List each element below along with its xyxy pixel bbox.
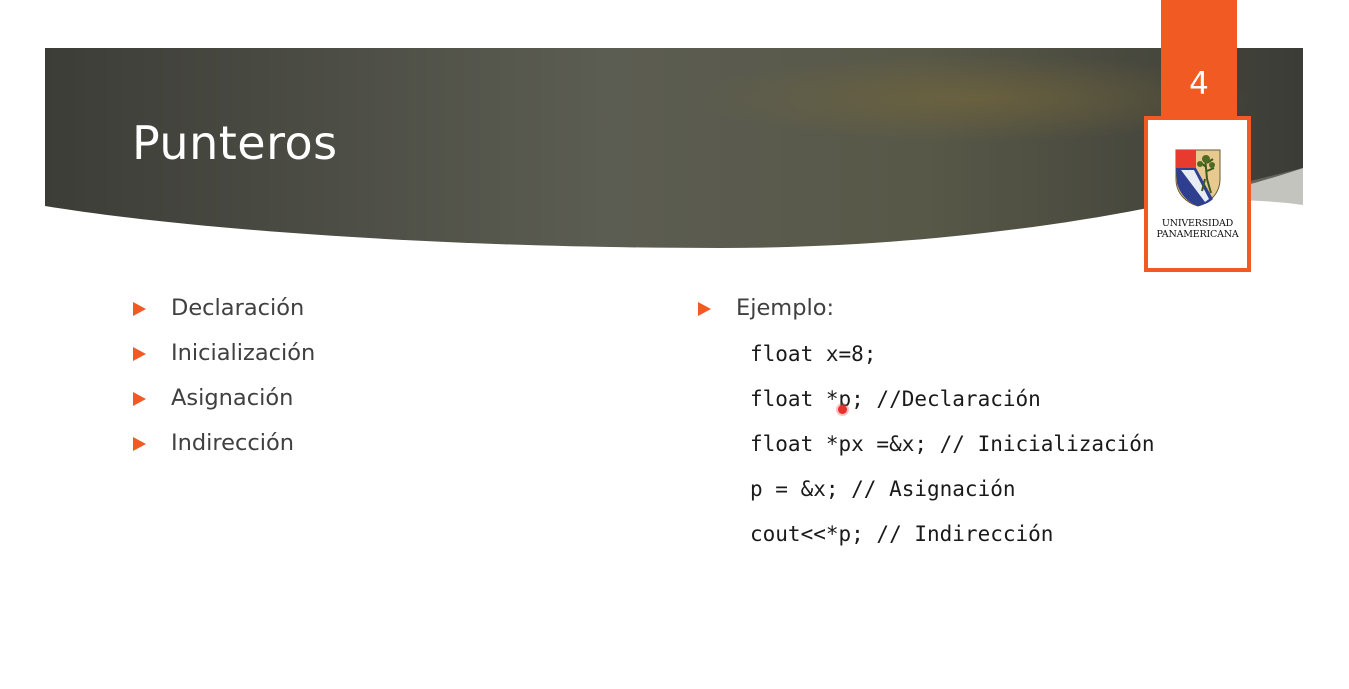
bullet-arrow-icon	[133, 302, 146, 316]
bullet-text: Declaración	[171, 295, 305, 321]
bullet-arrow-icon	[133, 437, 146, 451]
bullet-text: Asignación	[171, 385, 294, 411]
bullet-arrow-icon	[698, 302, 711, 316]
code-line: float *px =&x; // Inicialización	[750, 432, 1155, 456]
laser-pointer-icon	[838, 405, 847, 414]
code-line: p = &x; // Asignación	[750, 477, 1016, 501]
code-line: float x=8;	[750, 342, 877, 366]
code-example: float x=8; float *p; //Declaración float…	[750, 336, 1155, 561]
page-number: 4	[1189, 66, 1209, 102]
logo-text-line2: PANAMERICANA	[1156, 229, 1239, 240]
logo-text-line1: UNIVERSIDAD	[1161, 218, 1234, 229]
slide-title: Punteros	[132, 116, 338, 170]
university-shield-icon	[1175, 149, 1221, 207]
bullet-text: Inicialización	[171, 340, 316, 366]
university-logo: UNIVERSIDAD PANAMERICANA	[1144, 116, 1251, 272]
bullet-text: Indirección	[171, 430, 295, 456]
bullet-arrow-icon	[133, 392, 146, 406]
code-line: float *p; //Declaración	[750, 387, 1041, 411]
bullet-text: Ejemplo:	[736, 295, 835, 321]
bullet-arrow-icon	[133, 347, 146, 361]
code-line: cout<<*p; // Indirección	[750, 522, 1054, 546]
